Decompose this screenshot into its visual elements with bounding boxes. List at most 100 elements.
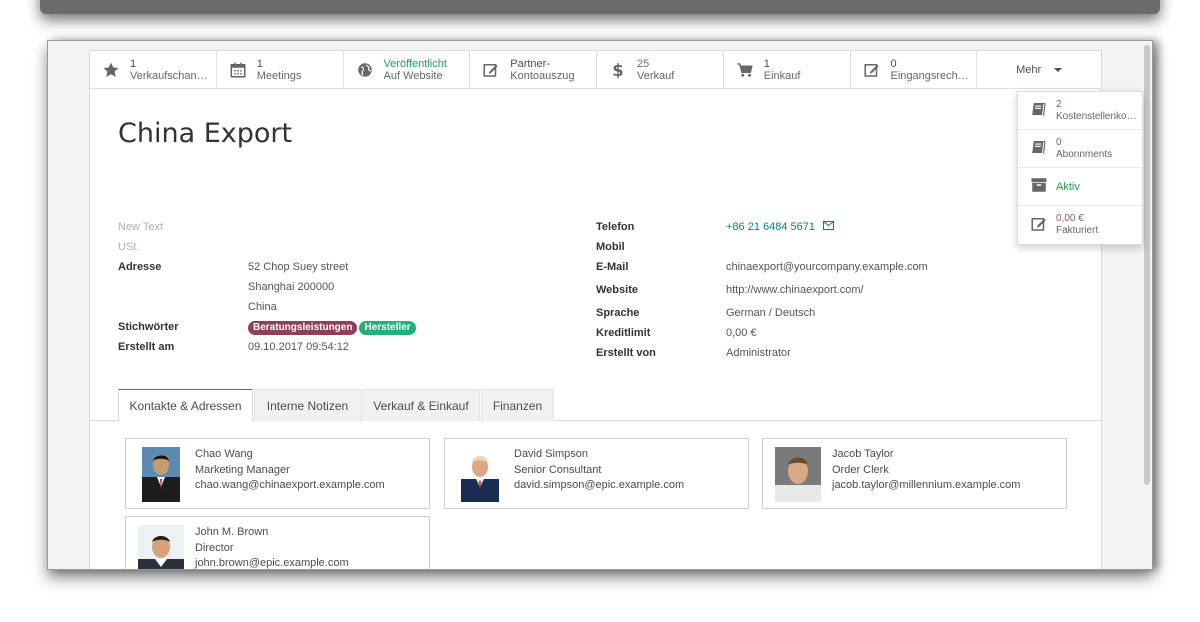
contact-function: Senior Consultant [514,463,602,476]
purchase-label: Einkauf [763,70,801,82]
analytic-accounts-count: 2 [1056,98,1062,110]
address-value: 52 Chop Suey street Shanghai 200000 Chin… [248,257,348,317]
meetings-button[interactable]: 1 Meetings [217,51,344,89]
book-icon [1030,138,1048,159]
subscriptions-count: 0 [1056,136,1062,148]
contact-name: David Simpson [514,448,588,460]
subscriptions-label: Abonnments [1056,148,1113,160]
window-top-shadow [40,0,1160,14]
partner-ledger-line2: Kontoauszug [510,70,575,82]
contact-info: David Simpson Senior Consultant david.si… [514,447,684,494]
contact-email: john.brown@epic.example.com [195,557,349,569]
tags-value: Beratungsleistungen Hersteller [248,317,418,337]
contact-info: Jacob Taylor Order Clerk jacob.taylor@mi… [832,447,1020,494]
avatar [461,447,499,502]
edit-icon [480,59,502,81]
contact-function: Order Clerk [832,463,889,476]
svg-text:$: $ [612,61,623,80]
contact-card[interactable]: John M. Brown Director john.brown@epic.e… [125,516,430,569]
smart-button-box: 1 Verkaufschancen 1 Meetings Veröffentlich… [90,51,1101,89]
subscriptions-button[interactable]: 0 Abonnments [1018,130,1142,168]
tags-label: Stichwörter [118,321,179,333]
tab-internal-notes[interactable]: Interne Notizen [254,389,361,421]
vat-label[interactable]: USt. [118,237,248,257]
created-by-link[interactable]: Administrator [726,343,791,363]
invoiced-amount: 0,00 € [1056,213,1084,224]
edit-icon [1030,215,1048,236]
contact-info: John M. Brown Director john.brown@epic.e… [195,525,349,569]
opportunities-count: 1 [130,58,137,70]
form-view: 1 Verkaufschancen 1 Meetings Veröffentlich… [47,40,1153,570]
contact-email: chao.wang@chinaexport.example.com [195,479,385,491]
sales-label: Verkauf [637,70,675,82]
vendor-bills-label: Eingangsrechnungen [890,70,973,82]
contact-function: Marketing Manager [195,463,290,476]
avatar [138,525,184,569]
credit-limit-value: 0,00 € [726,327,757,340]
purchase-button[interactable]: 1 Einkauf [724,51,851,89]
avatar [775,447,821,502]
dollar-icon: $ [607,59,629,81]
archive-icon [1030,176,1048,197]
calendar-icon [227,59,249,81]
phone-link[interactable]: +86 21 6484 5671 [726,221,815,233]
opportunities-label: Verkaufschancen [130,70,212,82]
more-button[interactable]: Mehr [977,51,1101,89]
contact-name: John M. Brown [195,526,269,538]
partner-name: China Export [118,118,293,149]
sales-count: 25 [637,58,650,70]
partner-right-fields: Telefon +86 21 6484 5671 Mobil E-Mail ch… [596,217,928,363]
website-label: Website [596,284,638,297]
globe-icon [354,59,376,81]
scrollbar[interactable] [1144,45,1150,485]
language-value: German / Deutsch [726,307,816,320]
created-by-label: Erstellt von [596,347,656,360]
notebook-tabs: Kontakte & Adressen Interne Notizen Verk… [90,389,1101,422]
contact-card[interactable]: Chao Wang Marketing Manager chao.wang@ch… [125,438,430,509]
vendor-bills-button[interactable]: 0Eingangsrechnungen [851,51,978,89]
email-label: E-Mail [596,261,629,274]
invoiced-label: Fakturiert [1056,225,1099,236]
created-on-label: Erstellt am [118,341,175,353]
avatar [142,447,180,502]
analytic-accounts-button[interactable]: 2 Kostenstellenkonten [1018,92,1142,130]
active-label: Aktiv [1056,180,1080,193]
email-link[interactable]: chinaexport@yourcompany.example.com [726,257,928,277]
created-on-value: 09.10.2017 09:54:12 [248,341,349,353]
contact-function: Director [195,541,234,554]
contact-email: david.simpson@epic.example.com [514,479,685,491]
sms-envelope-icon[interactable] [823,217,835,237]
address-country: China [248,301,277,313]
language-label: Sprache [596,307,640,320]
partner-ledger-button[interactable]: Partner- Kontoauszug [470,51,597,89]
new-text-label[interactable]: New Text [118,217,248,237]
tab-sales-purchase[interactable]: Verkauf & Einkauf [362,389,480,421]
purchase-count: 1 [763,58,770,70]
opportunities-button[interactable]: 1 Verkaufschancen [90,51,217,89]
address-city: Shanghai 200000 [248,281,335,293]
edit-icon [861,59,883,81]
invoiced-button[interactable]: 0,00 € Fakturiert [1018,206,1142,244]
cart-icon [734,59,756,81]
tab-contacts-addresses[interactable]: Kontakte & Adressen [118,389,253,422]
chevron-down-icon [1054,68,1063,72]
book-icon [1030,100,1048,121]
contact-card[interactable]: David Simpson Senior Consultant david.si… [444,438,749,509]
active-toggle-button[interactable]: Aktiv [1018,168,1142,206]
contact-email: jacob.taylor@millennium.example.com [832,479,1021,491]
credit-limit-label: Kreditlimit [596,327,651,340]
meetings-count: 1 [256,58,263,70]
website-published-button[interactable]: Veröffentlicht Auf Website [344,51,471,89]
contact-card[interactable]: Jacob Taylor Order Clerk jacob.taylor@mi… [762,438,1067,509]
website-label: Auf Website [383,70,443,82]
website-link[interactable]: http://www.chinaexport.com/ [726,280,864,300]
star-icon [100,59,122,81]
mobile-label: Mobil [596,241,625,254]
phone-label: Telefon [596,221,635,233]
address-street: 52 Chop Suey street [248,261,349,273]
contact-name: Chao Wang [195,448,253,460]
tab-accounting[interactable]: Finanzen [481,389,554,421]
sales-button[interactable]: $ 25 Verkauf [597,51,724,89]
tag-badge[interactable]: Beratungsleistungen [248,321,358,335]
tag-badge[interactable]: Hersteller [359,321,416,335]
